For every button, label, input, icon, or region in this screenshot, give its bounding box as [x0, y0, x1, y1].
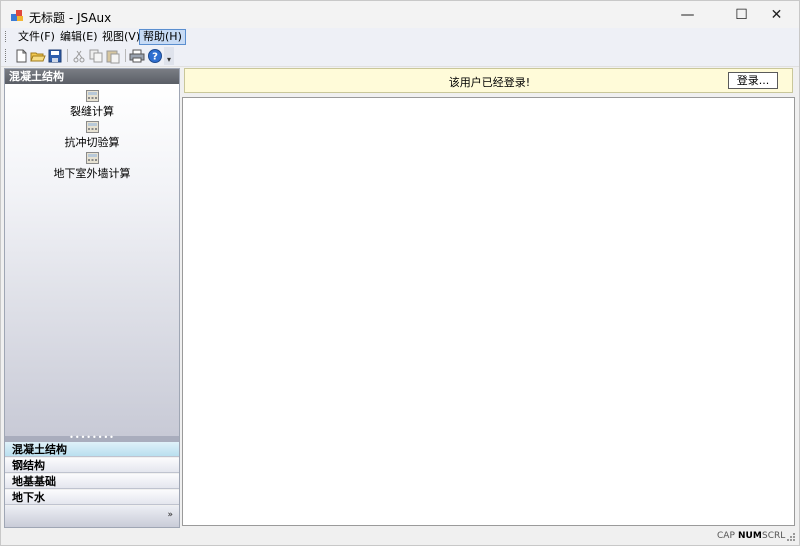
copy-icon[interactable]: [88, 48, 104, 64]
help-icon[interactable]: ?: [147, 48, 163, 64]
login-button[interactable]: 登录...: [728, 72, 778, 89]
menu-file[interactable]: 文件(F): [14, 29, 59, 45]
status-cap: CAP: [717, 531, 735, 541]
menu-bar: 文件(F) 编辑(E) 视图(V) 帮助(H): [1, 28, 799, 45]
menu-grip[interactable]: [5, 31, 8, 42]
tool-label: 抗冲切验算: [64, 136, 120, 149]
tool-label: 裂缝计算: [70, 105, 114, 118]
login-message: 该用户已经登录!: [448, 76, 531, 89]
tool-punching-shear[interactable]: 抗冲切验算: [5, 121, 179, 150]
resize-grip-icon[interactable]: [786, 532, 796, 542]
tool-crack-calculation[interactable]: 裂缝计算: [5, 90, 179, 119]
calculator-icon: [85, 90, 99, 102]
category-steel[interactable]: 钢结构: [5, 458, 179, 473]
sidebar-footer: »: [5, 506, 179, 527]
window-title: 无标题 - JSAux: [29, 11, 112, 25]
status-num: NUM: [738, 531, 762, 541]
toolbar-grip[interactable]: [5, 49, 8, 62]
close-button[interactable]: ✕: [754, 1, 799, 29]
minimize-button[interactable]: —: [665, 1, 710, 29]
save-icon[interactable]: [47, 48, 63, 64]
calculator-icon: [85, 152, 99, 164]
toolbar-overflow-button[interactable]: ▾: [164, 47, 174, 65]
title-bar[interactable]: 无标题 - JSAux — ☐ ✕: [1, 1, 799, 29]
status-bar: CAP NUM SCRL: [1, 528, 799, 545]
menu-help[interactable]: 帮助(H): [139, 29, 186, 45]
main-content-area[interactable]: [182, 97, 795, 526]
category-foundation[interactable]: 地基基础: [5, 474, 179, 489]
chevron-more-icon[interactable]: »: [167, 510, 173, 520]
paste-icon[interactable]: [105, 48, 121, 64]
tool-label: 地下室外墙计算: [53, 167, 131, 180]
sidebar-header: 混凝土结构: [5, 69, 179, 84]
cut-icon[interactable]: [71, 48, 87, 64]
app-window: 无标题 - JSAux — ☐ ✕ 文件(F) 编辑(E) 视图(V) 帮助(H…: [0, 0, 800, 546]
toolbar: ? ▾: [1, 45, 799, 67]
sidebar: 混凝土结构 裂缝计算 抗冲切验算 地下室外墙计算 •••••••• 混凝土结构 …: [4, 68, 180, 528]
category-groundwater[interactable]: 地下水: [5, 490, 179, 505]
toolbar-separator: [125, 49, 126, 62]
toolbar-separator: [67, 49, 68, 62]
print-icon[interactable]: [129, 48, 145, 64]
svg-text:?: ?: [152, 52, 158, 63]
status-scrl: SCRL: [762, 531, 786, 541]
menu-edit[interactable]: 编辑(E): [56, 29, 102, 45]
calculator-icon: [85, 121, 99, 133]
tool-panel: 裂缝计算 抗冲切验算 地下室外墙计算: [5, 84, 179, 436]
tool-basement-wall[interactable]: 地下室外墙计算: [5, 152, 179, 181]
category-concrete[interactable]: 混凝土结构: [5, 442, 179, 457]
open-icon[interactable]: [30, 48, 46, 64]
login-info-bar: 该用户已经登录! 登录...: [184, 68, 793, 93]
menu-view[interactable]: 视图(V): [98, 29, 144, 45]
new-icon[interactable]: [13, 48, 29, 64]
app-icon: [11, 10, 23, 21]
